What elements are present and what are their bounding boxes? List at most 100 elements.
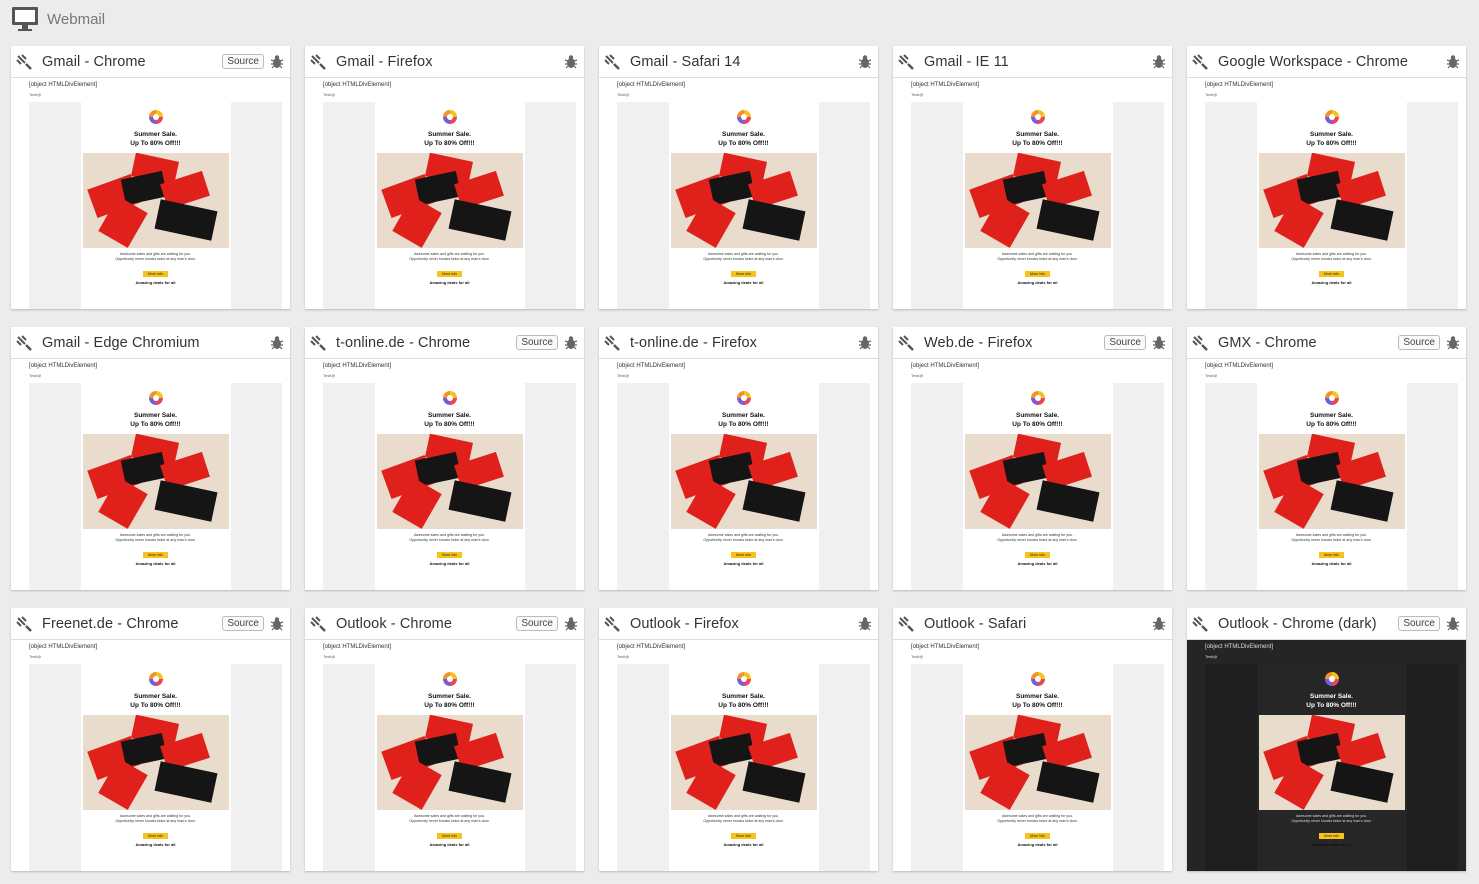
screenshot-thumbnail[interactable]: [object HTMLDivElement] Testi@ Summer Sa… [305,78,584,309]
card-header: Outlook - Safari [893,608,1172,640]
sale-title-2: Up To 80% Off!!! [130,421,181,428]
screenshot-thumbnail[interactable]: [object HTMLDivElement] Testi@ Summer Sa… [893,359,1172,590]
screenshot-thumbnail[interactable]: [object HTMLDivElement] Testi@ Summer Sa… [11,359,290,590]
client-card[interactable]: Outlook - Firefox [object HTMLDivElement… [599,608,878,871]
tools-icon[interactable] [309,334,327,352]
tools-icon[interactable] [1191,615,1209,633]
screenshot-thumbnail[interactable]: [object HTMLDivElement] Testi@ Summer Sa… [11,640,290,871]
screenshot-thumbnail[interactable]: [object HTMLDivElement] Testi@ Summer Sa… [599,640,878,871]
email-panel: Summer Sale. Up To 80% Off!!! Awesome sa… [911,664,1164,871]
tag-sale-icon [448,480,511,522]
email-panel: Summer Sale. Up To 80% Off!!! Awesome sa… [911,102,1164,309]
deals-text: Amazing deals for all [723,842,764,847]
bug-icon[interactable] [1152,54,1166,69]
body-line-2: Opportunity never knocks twice at any ma… [703,257,784,261]
bug-icon[interactable] [270,335,284,350]
tools-icon[interactable] [15,615,33,633]
client-card[interactable]: GMX - Chrome Source [object HTMLDivEleme… [1187,327,1466,590]
tools-icon[interactable] [1191,53,1209,71]
source-button[interactable]: Source [222,616,264,631]
screenshot-thumbnail[interactable]: [object HTMLDivElement] Testi@ Summer Sa… [893,78,1172,309]
body-line-2: Opportunity never knocks twice at any ma… [703,819,784,823]
sale-banner-image [964,715,1111,810]
brand-logo-icon [736,391,751,405]
source-button[interactable]: Source [1104,335,1146,350]
client-card[interactable]: Outlook - Chrome (dark) Source [object H… [1187,608,1466,871]
sale-title-2: Up To 80% Off!!! [130,702,181,709]
bug-icon[interactable] [270,54,284,69]
body-line-2: Opportunity never knocks twice at any ma… [1291,819,1372,823]
brand-logo-icon [148,110,163,124]
client-card[interactable]: Gmail - IE 11 [object HTMLDivElement] Te… [893,46,1172,309]
bug-icon[interactable] [1152,616,1166,631]
source-button[interactable]: Source [516,335,558,350]
sale-title-1: Summer Sale. [722,412,765,419]
sale-title-1: Summer Sale. [1016,131,1059,138]
client-card[interactable]: Google Workspace - Chrome [object HTMLDi… [1187,46,1466,309]
screenshot-thumbnail[interactable]: [object HTMLDivElement] Testi@ Summer Sa… [305,359,584,590]
email-panel: Summer Sale. Up To 80% Off!!! Awesome sa… [617,383,870,590]
client-card[interactable]: t-online.de - Firefox [object HTMLDivEle… [599,327,878,590]
screenshot-thumbnail[interactable]: [object HTMLDivElement] Testi@ Summer Sa… [11,78,290,309]
bug-icon[interactable] [1152,335,1166,350]
client-card[interactable]: Gmail - Firefox [object HTMLDivElement] … [305,46,584,309]
sale-title-2: Up To 80% Off!!! [718,421,769,428]
email-sender: Testi@ [323,373,336,378]
bug-icon[interactable] [564,335,578,350]
bug-icon[interactable] [270,616,284,631]
bug-icon[interactable] [1446,616,1460,631]
screenshot-thumbnail[interactable]: [object HTMLDivElement] Testi@ Summer Sa… [305,640,584,871]
bug-icon[interactable] [858,54,872,69]
bug-icon[interactable] [858,335,872,350]
card-header: Web.de - Firefox Source [893,327,1172,359]
email-panel: Summer Sale. Up To 80% Off!!! Awesome sa… [29,383,282,590]
client-card[interactable]: Gmail - Edge Chromium [object HTMLDivEle… [11,327,290,590]
screenshot-thumbnail[interactable]: [object HTMLDivElement] Testi@ Summer Sa… [1187,359,1466,590]
client-card[interactable]: Outlook - Safari [object HTMLDivElement]… [893,608,1172,871]
tag-sale-icon [1036,480,1099,522]
client-card[interactable]: Outlook - Chrome Source [object HTMLDivE… [305,608,584,871]
tools-icon[interactable] [603,615,621,633]
monitor-icon [11,6,39,32]
tools-icon[interactable] [897,53,915,71]
source-button[interactable]: Source [516,616,558,631]
brand-logo-icon [1030,391,1045,405]
source-button[interactable]: Source [1398,616,1440,631]
sale-banner-image [670,153,817,248]
bug-icon[interactable] [1446,54,1460,69]
screenshot-thumbnail[interactable]: [object HTMLDivElement] Testi@ Summer Sa… [599,359,878,590]
tools-icon[interactable] [309,615,327,633]
source-button[interactable]: Source [222,54,264,69]
bug-icon[interactable] [564,54,578,69]
sale-banner-image [964,434,1111,529]
sale-banner-image [670,715,817,810]
screenshot-thumbnail[interactable]: [object HTMLDivElement] Testi@ Summer Sa… [599,78,878,309]
tools-icon[interactable] [603,53,621,71]
client-card[interactable]: t-online.de - Chrome Source [object HTML… [305,327,584,590]
screenshot-thumbnail[interactable]: [object HTMLDivElement] Testi@ Summer Sa… [1187,640,1466,871]
tools-icon[interactable] [897,334,915,352]
tools-icon[interactable] [309,53,327,71]
bug-icon[interactable] [858,616,872,631]
screenshot-thumbnail[interactable]: [object HTMLDivElement] Testi@ Summer Sa… [893,640,1172,871]
email-subject: [object HTMLDivElement] [29,644,98,650]
sale-banner-image [82,153,229,248]
tools-icon[interactable] [1191,334,1209,352]
brand-logo-icon [148,391,163,405]
client-card[interactable]: Web.de - Firefox Source [object HTMLDivE… [893,327,1172,590]
bug-icon[interactable] [1446,335,1460,350]
client-card[interactable]: Gmail - Chrome Source [object HTMLDivEle… [11,46,290,309]
tools-icon[interactable] [15,334,33,352]
bug-icon[interactable] [564,616,578,631]
card-header: Gmail - Edge Chromium [11,327,290,359]
source-button[interactable]: Source [1398,335,1440,350]
client-card[interactable]: Freenet.de - Chrome Source [object HTMLD… [11,608,290,871]
tools-icon[interactable] [603,334,621,352]
tools-icon[interactable] [15,53,33,71]
client-card[interactable]: Gmail - Safari 14 [object HTMLDivElement… [599,46,878,309]
card-title: Outlook - Firefox [630,615,739,632]
email-subject: [object HTMLDivElement] [911,644,980,650]
screenshot-thumbnail[interactable]: [object HTMLDivElement] Testi@ Summer Sa… [1187,78,1466,309]
email-body: Summer Sale. Up To 80% Off!!! Awesome sa… [374,102,525,309]
tools-icon[interactable] [897,615,915,633]
